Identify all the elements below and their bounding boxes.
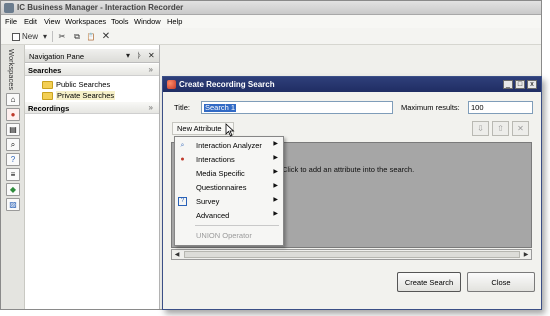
submenu-arrow-icon: ▶ — [273, 169, 278, 175]
new-attribute-label: New Attribute — [177, 124, 222, 133]
navigation-pane: Navigation Pane ▾ ᚦ ✕ Searches » Public … — [25, 45, 160, 309]
cut-icon[interactable]: ✂ — [56, 30, 68, 43]
menu-item-interaction-analyzer[interactable]: ⌕ Interaction Analyzer ▶ — [175, 139, 283, 153]
close-window-button[interactable]: x — [527, 80, 537, 89]
tree-item-public-searches[interactable]: Public Searches — [42, 79, 110, 90]
toolbar-separator — [52, 31, 53, 42]
menu-edit[interactable]: Edit — [24, 17, 37, 26]
minimize-button[interactable]: _ — [503, 80, 513, 89]
title-bar: IC Business Manager - Interaction Record… — [1, 1, 541, 15]
new-dropdown-arrow[interactable]: ▾ — [41, 30, 49, 43]
submenu-arrow-icon: ▶ — [273, 197, 278, 203]
menu-file[interactable]: File — [5, 17, 17, 26]
app-logo-icon — [4, 3, 14, 13]
menu-tools[interactable]: Tools — [111, 17, 129, 26]
menu-separator — [195, 225, 279, 226]
menu-item-media-specific[interactable]: Media Specific ▶ — [175, 167, 283, 181]
copy-icon[interactable]: ⧉ — [71, 30, 83, 43]
folder-icon — [42, 91, 53, 100]
chart-icon[interactable]: ▨ — [6, 198, 20, 211]
menu-item-label: Questionnaires — [196, 183, 247, 192]
menu-item-label: Advanced — [196, 211, 230, 220]
toolbar: New ▾ ✂ ⧉ 📋 ✕ — [1, 28, 541, 45]
workspace-rail: Workspaces ⌂ ● ▤ ⌕ ? ≡ ◆ ▨ — [1, 45, 25, 309]
recordings-section-header[interactable]: Recordings » — [25, 102, 159, 114]
report-icon[interactable]: ▤ — [6, 123, 20, 136]
menu-item-questionnaires[interactable]: Questionnaires ▶ — [175, 181, 283, 195]
new-attribute-menu: ⌕ Interaction Analyzer ▶ ● Interactions … — [174, 136, 284, 246]
new-button-label: New — [21, 32, 38, 41]
horizontal-scrollbar[interactable]: ◀ ▶ — [171, 249, 532, 260]
searches-section-header[interactable]: Searches » — [25, 64, 159, 76]
recordings-title: Recordings — [28, 104, 70, 113]
pin-icon[interactable]: ᚦ — [137, 51, 142, 60]
recorder-icon[interactable]: ● — [6, 108, 20, 121]
maximize-button[interactable]: □ — [515, 80, 525, 89]
max-results-label: Maximum results: — [401, 103, 460, 112]
menu-help[interactable]: Help — [167, 17, 182, 26]
menu-window[interactable]: Window — [134, 17, 161, 26]
nav-pane-title: Navigation Pane — [29, 52, 85, 61]
canvas-hint: Click to add an attribute into the searc… — [282, 165, 415, 174]
interactions-icon: ● — [180, 156, 185, 163]
remove-attribute-button[interactable]: ✕ — [512, 121, 529, 136]
mouse-cursor-icon — [225, 123, 235, 137]
title-label: Title: — [174, 103, 190, 112]
dialog-title-bar[interactable]: Create Recording Search _ □ x — [163, 77, 541, 92]
move-down-button[interactable]: ⇩ — [472, 121, 489, 136]
new-button[interactable]: New — [10, 30, 40, 43]
menu-item-label: Interactions — [196, 155, 235, 164]
menu-item-label: Interaction Analyzer — [196, 141, 262, 150]
paste-icon[interactable]: 📋 — [85, 30, 97, 43]
scroll-left-icon[interactable]: ◀ — [172, 250, 182, 259]
home-icon[interactable]: ⌂ — [6, 93, 20, 106]
menu-item-advanced[interactable]: Advanced ▶ — [175, 209, 283, 223]
list-icon[interactable]: ≡ — [6, 168, 20, 181]
app-title: IC Business Manager - Interaction Record… — [17, 3, 184, 12]
submenu-arrow-icon: ▶ — [273, 183, 278, 189]
help-icon[interactable]: ? — [6, 153, 20, 166]
menu-item-label: Survey — [196, 197, 220, 206]
menu-workspaces[interactable]: Workspaces — [65, 17, 106, 26]
magnifier-icon: ⌕ — [180, 142, 185, 149]
delete-icon[interactable]: ✕ — [100, 30, 112, 43]
scroll-thumb[interactable] — [184, 251, 520, 258]
menu-item-label: Media Specific — [196, 169, 245, 178]
menu-item-interactions[interactable]: ● Interactions ▶ — [175, 153, 283, 167]
submenu-arrow-icon: ▶ — [273, 155, 278, 161]
tree-item-label: Private Searches — [56, 91, 116, 100]
scroll-right-icon[interactable]: ▶ — [521, 250, 531, 259]
workspaces-label[interactable]: Workspaces — [7, 49, 16, 90]
menu-bar: File Edit View Workspaces Tools Window H… — [1, 15, 541, 28]
survey-icon: ? — [178, 197, 187, 206]
nav-dropdown-icon[interactable]: ▾ — [126, 51, 130, 60]
menu-view[interactable]: View — [44, 17, 60, 26]
new-document-icon — [11, 32, 20, 41]
title-input[interactable]: Search 1 — [201, 101, 393, 114]
tree-item-private-searches[interactable]: Private Searches — [42, 90, 116, 101]
menu-item-survey[interactable]: ? Survey ▶ — [175, 195, 283, 209]
searches-title: Searches — [28, 66, 62, 75]
search-doc-icon[interactable]: ⌕ — [6, 138, 20, 151]
folder-icon — [42, 80, 53, 89]
max-results-input[interactable]: 100 — [468, 101, 533, 114]
recorder-icon — [167, 80, 176, 89]
nav-pane-header: Navigation Pane ▾ ᚦ ✕ — [25, 49, 159, 63]
submenu-arrow-icon: ▶ — [273, 141, 278, 147]
collapse-recordings-icon[interactable]: » — [149, 103, 153, 112]
menu-item-union-operator: UNION Operator — [175, 229, 283, 243]
dialog-title: Create Recording Search — [179, 80, 275, 89]
navigate-icon[interactable]: ◆ — [6, 183, 20, 196]
nav-close-icon[interactable]: ✕ — [148, 51, 155, 60]
create-search-button[interactable]: Create Search — [397, 272, 461, 292]
close-button[interactable]: Close — [467, 272, 535, 292]
menu-item-label: UNION Operator — [196, 231, 252, 240]
collapse-searches-icon[interactable]: » — [149, 65, 153, 74]
title-input-value: Search 1 — [204, 103, 237, 112]
move-up-button[interactable]: ⇧ — [492, 121, 509, 136]
tree-item-label: Public Searches — [56, 80, 111, 89]
submenu-arrow-icon: ▶ — [273, 211, 278, 217]
